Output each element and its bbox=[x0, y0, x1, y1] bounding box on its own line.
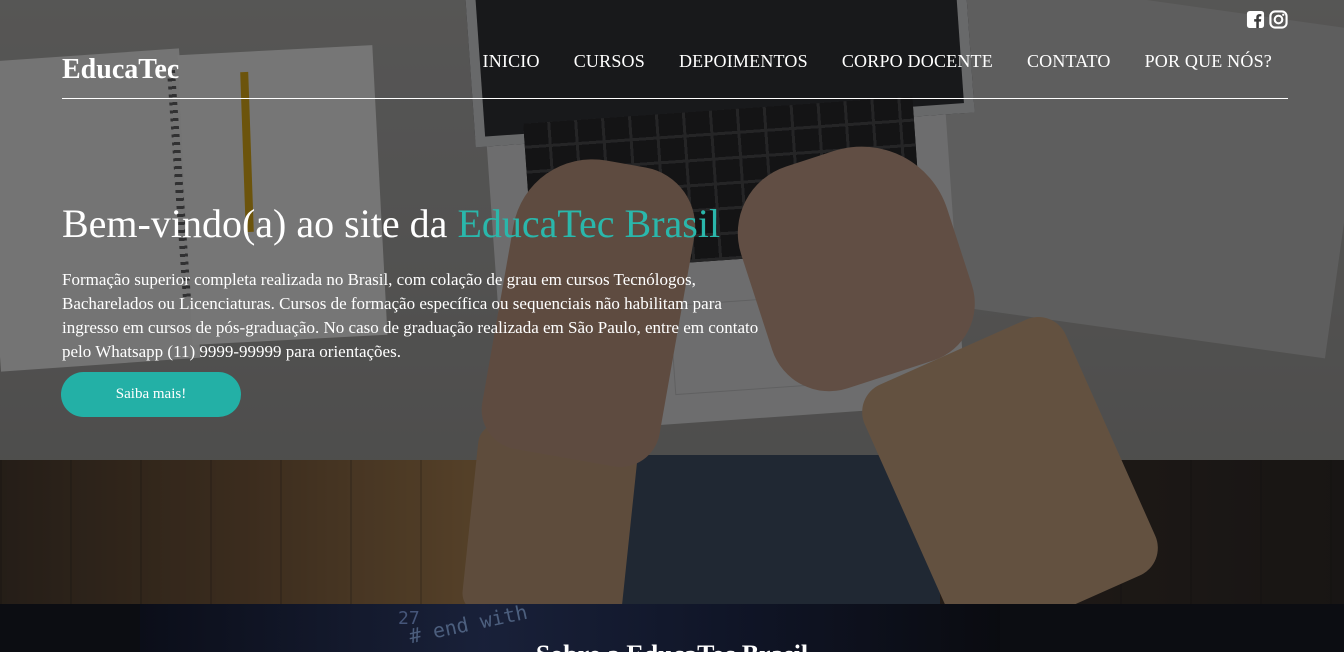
saiba-mais-button[interactable]: Saiba mais! bbox=[61, 372, 241, 417]
facebook-square-icon bbox=[1246, 10, 1265, 29]
section-title: Sobre a EducaTec Brasil bbox=[0, 640, 1344, 652]
instagram-link[interactable] bbox=[1269, 10, 1288, 29]
social-links bbox=[1246, 10, 1288, 29]
brand-logo[interactable]: EducaTec bbox=[62, 54, 179, 86]
nav-item-cursos[interactable]: CURSOS bbox=[574, 51, 645, 72]
instagram-icon bbox=[1269, 10, 1288, 29]
nav-item-inicio[interactable]: INICIO bbox=[483, 51, 540, 72]
nav-item-corpo-docente[interactable]: CORPO DOCENTE bbox=[842, 51, 993, 72]
main-nav: INICIO CURSOS DEPOIMENTOS CORPO DOCENTE … bbox=[483, 51, 1272, 72]
nav-item-contato[interactable]: CONTATO bbox=[1027, 51, 1111, 72]
hero-headline: Bem-vindo(a) ao site da EducaTec Brasil bbox=[62, 200, 720, 247]
hero-description: Formação superior completa realizada no … bbox=[62, 270, 759, 361]
nav-item-depoimentos[interactable]: DEPOIMENTOS bbox=[679, 51, 808, 72]
about-section: 27 # end with Sobre a EducaTec Brasil bbox=[0, 604, 1344, 652]
nav-divider bbox=[62, 98, 1288, 99]
facebook-link[interactable] bbox=[1246, 10, 1265, 29]
nav-item-por-que-nos[interactable]: POR QUE NÓS? bbox=[1145, 51, 1272, 72]
headline-accent: EducaTec Brasil bbox=[457, 201, 721, 246]
headline-prefix: Bem-vindo(a) ao site da bbox=[62, 201, 458, 246]
